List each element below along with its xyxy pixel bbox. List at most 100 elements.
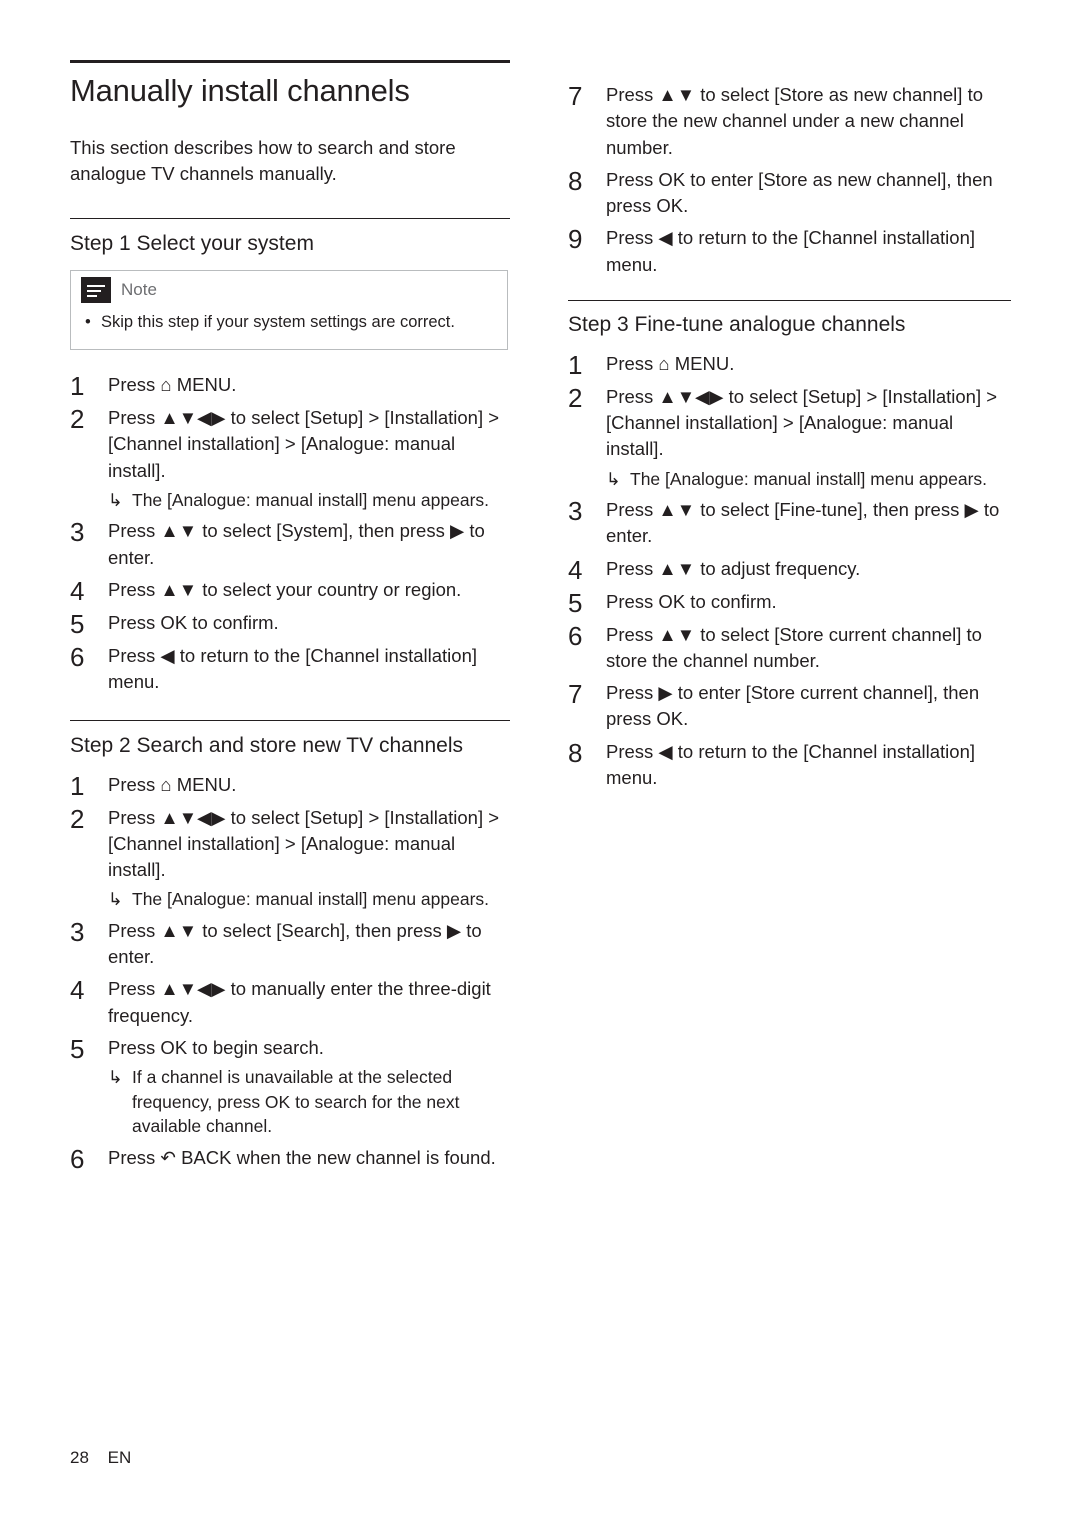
list-item: 2 Press ▲▼◀▶ to select [Setup] > [Instal… — [568, 384, 1013, 491]
list-item: 6 Press ▲▼ to select [Store current chan… — [568, 622, 1013, 675]
step-text: Press ▲▼ to select [Fine-tune], then pre… — [606, 499, 1000, 547]
intro-paragraph: This section describes how to search and… — [70, 136, 456, 185]
step-text: Press ◀ to return to the [Channel instal… — [606, 227, 976, 275]
step-text: Press ▲▼◀▶ to select [Setup] > [Installa… — [108, 805, 510, 912]
list-item: 2 Press ▲▼◀▶ to select [Setup] > [Instal… — [70, 805, 510, 912]
step-number: 2 — [70, 404, 85, 435]
list-item: 4 Press ▲▼◀▶ to manually enter the three… — [70, 976, 510, 1029]
document-page: Manually install channels This section d… — [0, 0, 1080, 1527]
page-number: 28 — [70, 1448, 89, 1467]
note-box: Note • Skip this step if your system set… — [70, 270, 508, 351]
step-text: Press ↶ BACK when the new channel is fou… — [108, 1146, 496, 1168]
step-number: 3 — [70, 916, 85, 947]
list-item: 7 Press ▶ to enter [Store current channe… — [568, 680, 1013, 733]
step-text: Press OK to confirm. — [606, 590, 777, 612]
step2-heading: Step 2 Search and store new TV channels — [70, 733, 464, 757]
note-body: • Skip this step if your system settings… — [71, 307, 507, 349]
note-icon — [81, 277, 111, 304]
list-item: 5 Press OK to confirm. — [70, 610, 510, 637]
arrow-icon: ↳ — [108, 1067, 123, 1088]
step-substep: ↳ If a channel is unavailable at the sel… — [108, 1065, 510, 1139]
list-item: 3 Press ▲▼ to select [System], then pres… — [70, 518, 510, 571]
step-number: 9 — [568, 224, 583, 255]
substep-text: The [Analogue: manual install] menu appe… — [132, 889, 490, 910]
note-bullet-text: Skip this step if your system settings a… — [101, 313, 455, 332]
step-body: Press OK to begin search. — [108, 1036, 324, 1058]
step-number: 8 — [568, 165, 583, 196]
step-number: 3 — [70, 517, 85, 548]
list-item: 2 Press ▲▼◀▶ to select [Setup] > [Instal… — [70, 405, 510, 512]
title-divider — [70, 60, 510, 63]
list-item: 3 Press ▲▼ to select [Fine-tune], then p… — [568, 497, 1013, 550]
list-item: 8 Press ◀ to return to the [Channel inst… — [568, 739, 1013, 792]
step-number: 1 — [70, 770, 85, 801]
step-number: 7 — [568, 679, 583, 710]
list-item: 8 Press OK to enter [Store as new channe… — [568, 167, 1013, 220]
step3-list: 1 Press ⌂ MENU. 2 Press ▲▼◀▶ to select [… — [568, 351, 1013, 791]
step-text: Press ▶ to enter [Store current channel]… — [606, 682, 980, 730]
step-number: 7 — [568, 81, 583, 111]
note-label: Note — [121, 280, 157, 300]
step-substep: ↳ The [Analogue: manual install] menu ap… — [606, 467, 1013, 492]
substep-text: The [Analogue: manual install] menu appe… — [630, 468, 988, 489]
step-text: Press ▲▼ to adjust frequency. — [606, 557, 861, 579]
note-header: Note — [71, 271, 507, 307]
step-text: Press ⌂ MENU. — [606, 352, 735, 374]
list-item: 1 Press ⌂ MENU. — [568, 351, 1013, 378]
step-text: Press ⌂ MENU. — [108, 374, 237, 396]
arrow-icon: ↳ — [108, 489, 123, 510]
step2-divider — [70, 719, 510, 721]
step-number: 2 — [568, 382, 583, 413]
step-body: Press ▲▼◀▶ to select [Setup] > [Installa… — [606, 385, 998, 460]
step-text: Press ▲▼ to select [System], then press … — [108, 520, 485, 568]
page-footer: 28 EN — [70, 1448, 131, 1468]
step-text: Press OK to confirm. — [108, 612, 279, 634]
list-item: 4 Press ▲▼ to adjust frequency. — [568, 556, 1013, 583]
step-text: Press ▲▼ to select [Store current channe… — [606, 623, 982, 671]
list-item: 6 Press ◀ to return to the [Channel inst… — [70, 643, 510, 696]
step3-divider — [568, 299, 1011, 301]
step-text: Press OK to begin search. ↳ If a channel… — [108, 1035, 510, 1139]
step-number: 8 — [568, 737, 583, 768]
step-number: 5 — [568, 587, 583, 618]
step-number: 5 — [70, 1033, 85, 1064]
step-text: Press ▲▼◀▶ to manually enter the three-d… — [108, 978, 491, 1026]
step3-heading: Step 3 Fine-tune analogue channels — [568, 312, 906, 336]
left-column: Manually install channels This section d… — [70, 60, 510, 1178]
right-column: 7 Press ▲▼ to select [Store as new chann… — [568, 82, 1013, 797]
step2-list: 1 Press ⌂ MENU. 2 Press ▲▼◀▶ to select [… — [70, 772, 510, 1172]
step-number: 3 — [568, 496, 583, 527]
step-text: Press ▲▼ to select your country or regio… — [108, 579, 462, 601]
step-number: 1 — [70, 371, 85, 402]
step-body: Press ▲▼◀▶ to select [Setup] > [Installa… — [108, 407, 500, 481]
step-text: Press ◀ to return to the [Channel instal… — [108, 645, 478, 693]
list-item: 6 Press ↶ BACK when the new channel is f… — [70, 1145, 510, 1172]
step-text: Press ▲▼ to select [Store as new channel… — [606, 84, 983, 158]
substep-text: If a channel is unavailable at the selec… — [132, 1067, 460, 1137]
page-title: Manually install channels — [70, 73, 410, 108]
step-text: Press ▲▼ to select [Search], then press … — [108, 919, 482, 968]
step-number: 2 — [70, 803, 85, 834]
step-number: 5 — [70, 609, 85, 640]
step-number: 6 — [70, 642, 85, 673]
list-item: 1 Press ⌂ MENU. — [70, 372, 510, 399]
step-text: Press ◀ to return to the [Channel instal… — [606, 740, 976, 789]
arrow-icon: ↳ — [108, 889, 123, 910]
bullet-dot: • — [85, 313, 91, 332]
arrow-icon: ↳ — [606, 468, 621, 489]
list-item: 4 Press ▲▼ to select your country or reg… — [70, 577, 510, 604]
step-text: Press OK to enter [Store as new channel]… — [606, 168, 993, 217]
list-item: 1 Press ⌂ MENU. — [70, 772, 510, 799]
step-number: 4 — [568, 554, 583, 585]
step-number: 4 — [70, 576, 85, 607]
step1-divider — [70, 218, 510, 220]
step-number: 6 — [568, 620, 583, 651]
list-item: 3 Press ▲▼ to select [Search], then pres… — [70, 918, 510, 971]
list-item: 5 Press OK to confirm. — [568, 589, 1013, 616]
step1-list: 1 Press ⌂ MENU. 2 Press ▲▼◀▶ to select [… — [70, 372, 510, 695]
list-item: 9 Press ◀ to return to the [Channel inst… — [568, 225, 1013, 278]
page-language: EN — [107, 1448, 132, 1467]
step-number: 4 — [70, 975, 85, 1006]
step-number: 1 — [568, 349, 583, 380]
substep-text: The [Analogue: manual install] menu appe… — [132, 489, 490, 510]
